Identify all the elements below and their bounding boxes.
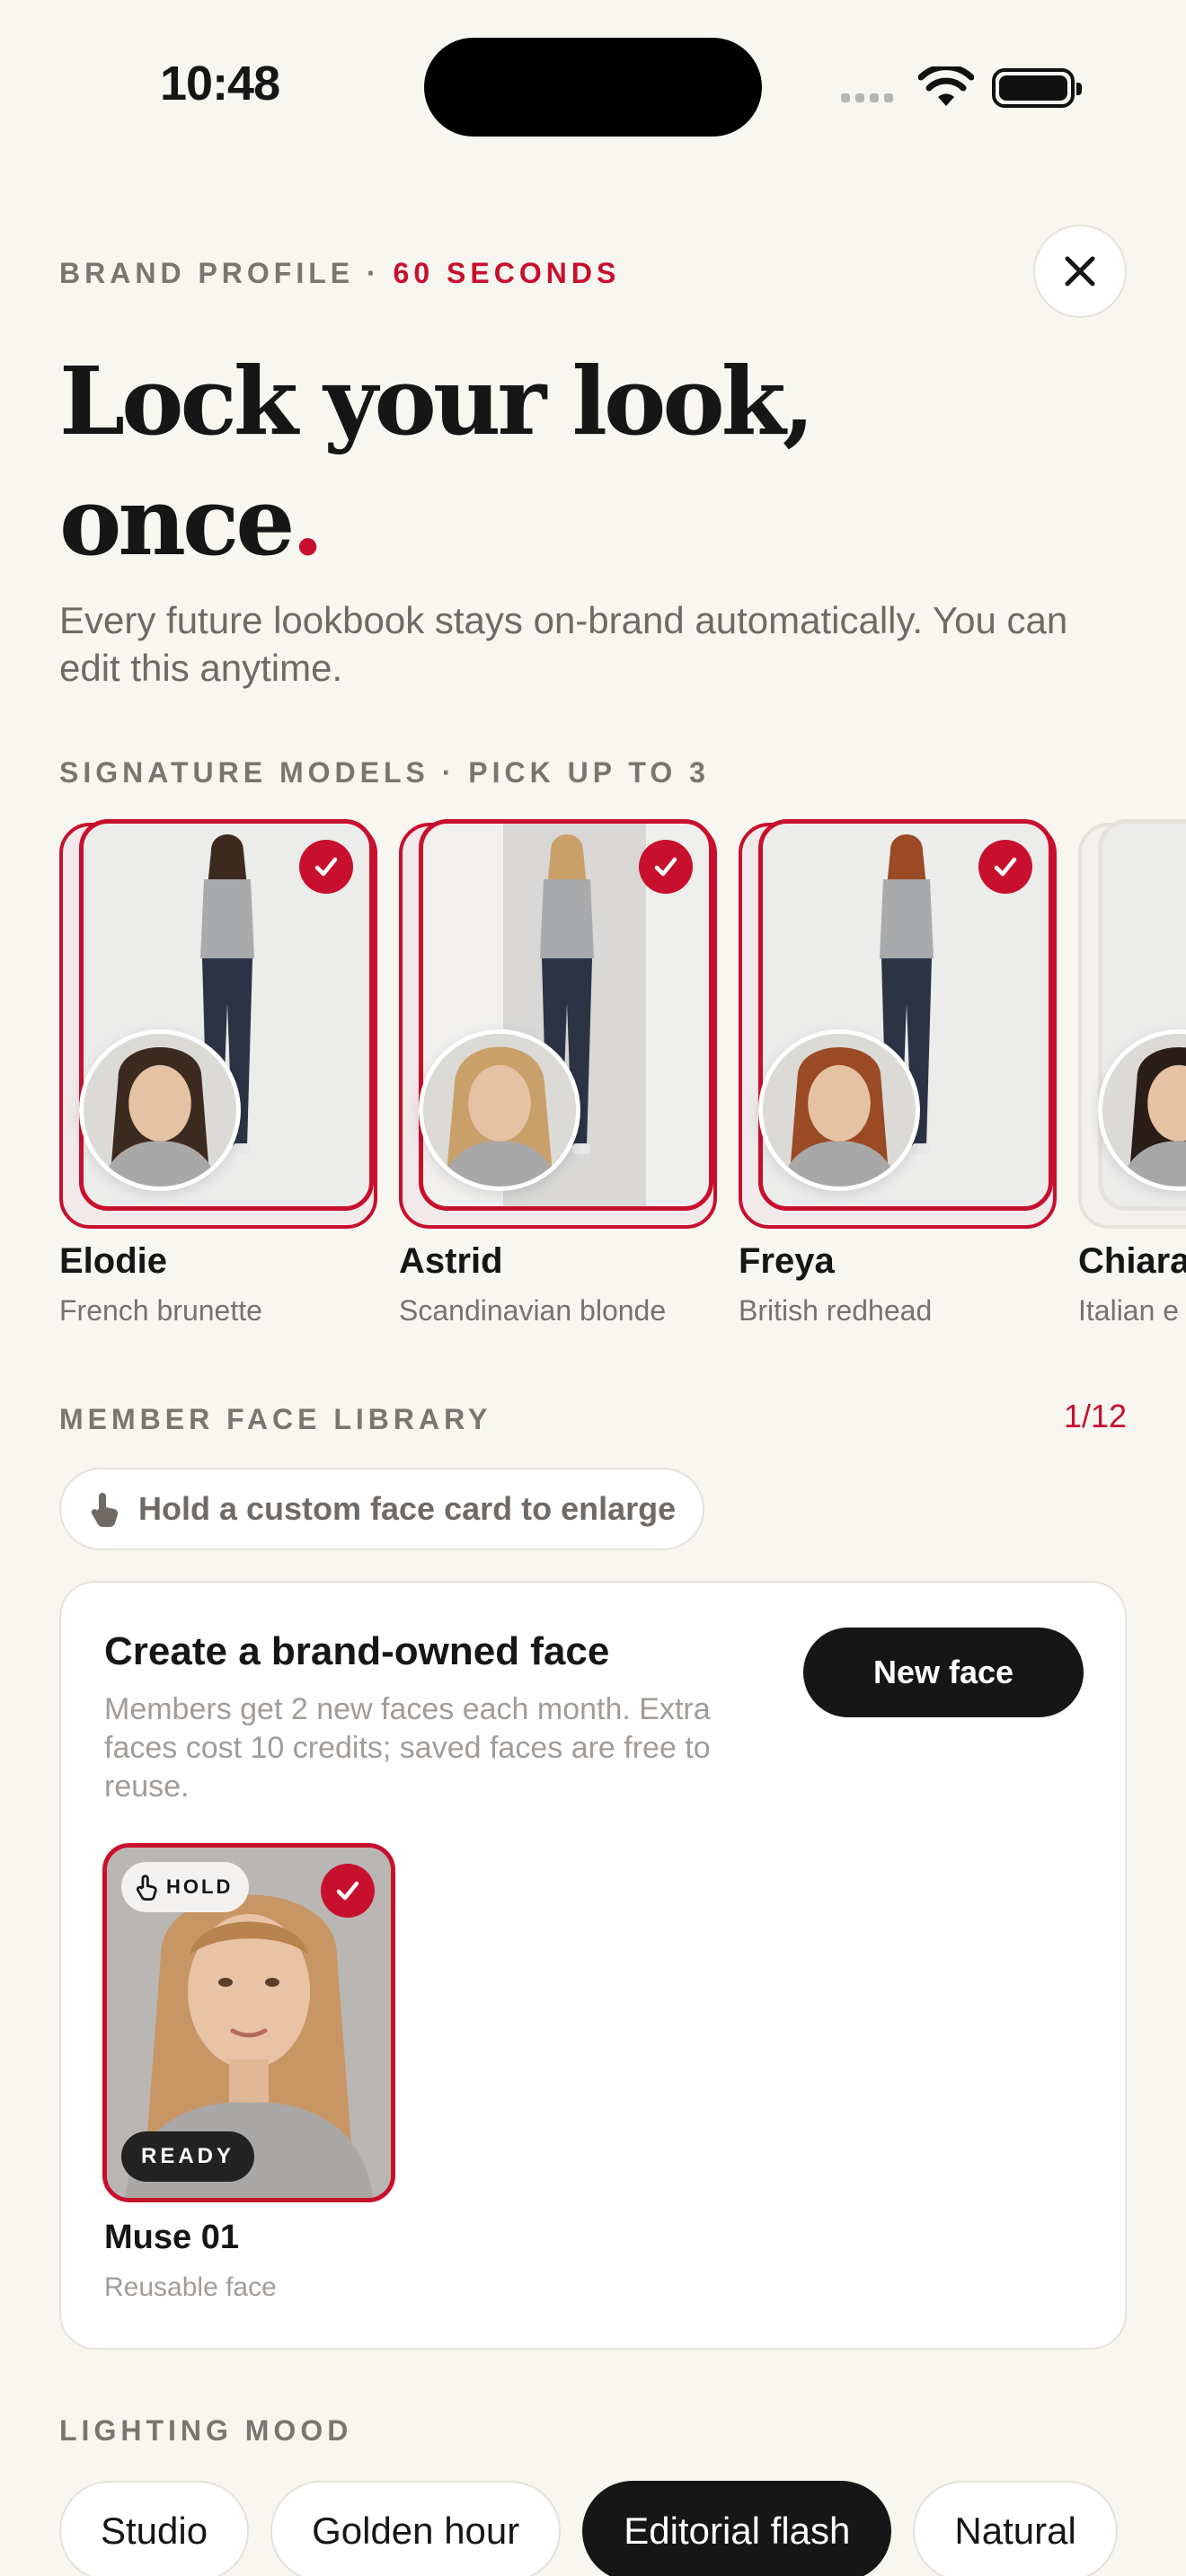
lighting-chip-editorial-flash[interactable]: Editorial flash	[582, 2481, 892, 2576]
model-card-chiara[interactable]: Chiara Italian e	[1078, 819, 1186, 1328]
model-name: Freya	[739, 1241, 835, 1281]
model-card-freya[interactable]: Freya British redhead	[739, 819, 1057, 1328]
lighting-mood-label: LIGHTING MOOD	[59, 2414, 353, 2447]
model-description: French brunette	[59, 1294, 262, 1327]
page-subtitle: Every future lookbook stays on-brand aut…	[59, 599, 1068, 689]
face-count: 1/12	[1063, 1398, 1127, 1434]
create-face-panel: Create a brand-owned face Members get 2 …	[59, 1581, 1127, 2350]
model-face-avatar	[79, 1029, 241, 1191]
model-face-avatar	[758, 1029, 920, 1191]
hold-badge: HOLD	[121, 1862, 250, 1912]
title-dot: .	[291, 466, 323, 577]
title-line-2: once	[59, 466, 295, 577]
wifi-icon	[918, 66, 974, 106]
new-face-button[interactable]: New face	[803, 1628, 1084, 1717]
face-card-muse-01[interactable]: HOLD READY	[102, 1843, 395, 2202]
lighting-chip-group: Studio Golden hour Editorial flash Natural	[59, 2481, 1118, 2576]
dynamic-island	[424, 38, 762, 137]
lighting-chip-natural[interactable]: Natural	[913, 2481, 1118, 2576]
cellular-signal-icon	[841, 93, 893, 102]
lighting-chip-golden-hour[interactable]: Golden hour	[270, 2481, 562, 2576]
page-title: Lock your look, once.	[59, 341, 815, 582]
battery-icon	[992, 68, 1082, 108]
hand-press-icon	[136, 1875, 157, 1901]
header-eyebrow: BRAND PROFILE · 60 SECONDS	[59, 257, 620, 290]
selected-check-icon	[639, 840, 693, 894]
model-description: Scandinavian blonde	[399, 1294, 667, 1327]
face-library-label: MEMBER FACE LIBRARY	[59, 1403, 492, 1435]
model-face-avatar	[419, 1029, 580, 1191]
model-description: British redhead	[739, 1294, 933, 1327]
signature-models-label: SIGNATURE MODELS · PICK UP TO 3	[59, 756, 710, 789]
hold-hint-pill: Hold a custom face card to enlarge	[59, 1468, 705, 1550]
hint-text: Hold a custom face card to enlarge	[138, 1490, 677, 1527]
close-button[interactable]	[1033, 225, 1127, 318]
selected-check-icon	[299, 840, 353, 894]
lighting-chip-studio[interactable]: Studio	[59, 2481, 250, 2576]
model-name: Astrid	[399, 1241, 503, 1281]
model-card-astrid[interactable]: Astrid Scandinavian blonde	[399, 819, 717, 1328]
model-name: Chiara	[1078, 1241, 1186, 1281]
ready-badge: READY	[121, 2131, 255, 2182]
model-card-elodie[interactable]: Elodie French brunette	[59, 819, 377, 1328]
selected-check-icon	[321, 1864, 375, 1918]
model-name: Elodie	[59, 1241, 168, 1281]
title-line-1: Lock your look,	[59, 346, 815, 456]
eyebrow-accent: 60 SECONDS	[393, 257, 621, 289]
model-description: Italian e	[1078, 1294, 1180, 1327]
close-icon	[1065, 256, 1095, 287]
hold-label: HOLD	[166, 1875, 234, 1898]
panel-title: Create a brand-owned face	[104, 1629, 610, 1673]
hand-press-icon	[91, 1493, 119, 1528]
face-name: Muse 01	[104, 2219, 239, 2256]
panel-description: Members get 2 new faces each month. Extr…	[104, 1692, 711, 1804]
models-carousel[interactable]: Elodie French brunette Astrid Scandinavi…	[0, 819, 1186, 1358]
status-time: 10:48	[160, 57, 280, 110]
face-subtitle: Reusable face	[104, 2272, 277, 2302]
eyebrow-prefix: BRAND PROFILE ·	[59, 257, 394, 289]
selected-check-icon	[978, 840, 1032, 894]
